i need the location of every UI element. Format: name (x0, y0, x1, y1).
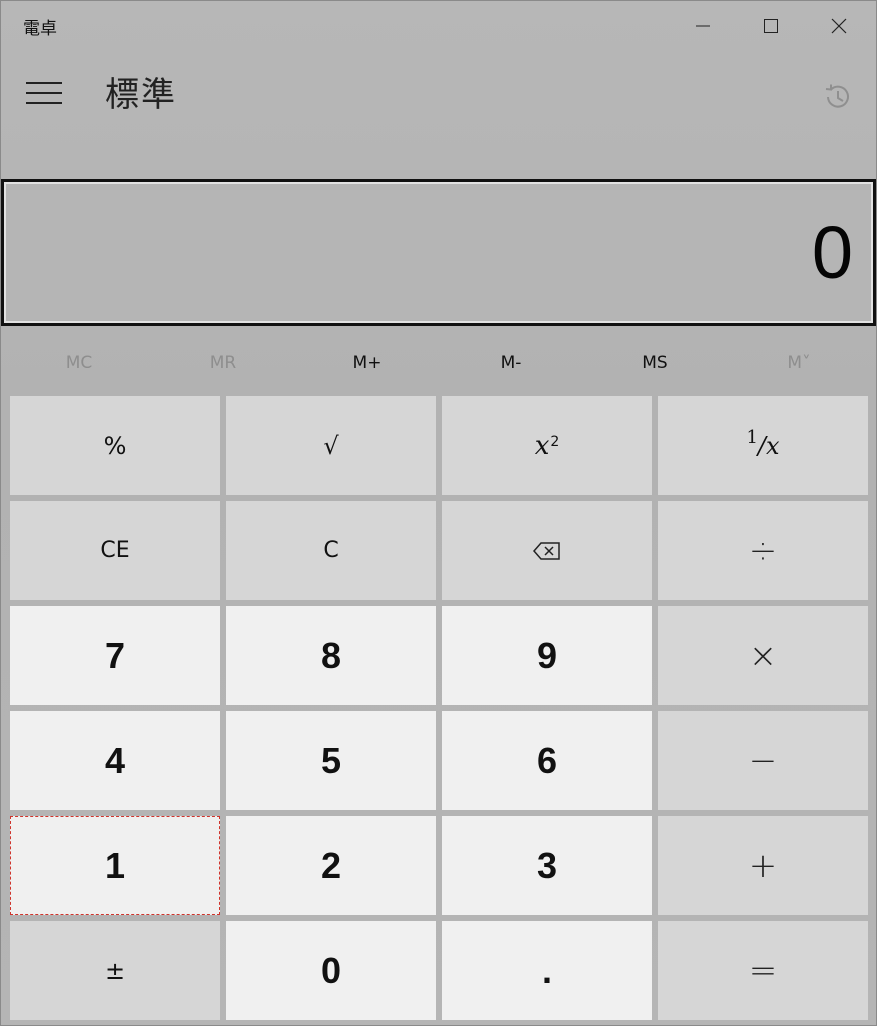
digit-6-button[interactable]: 6 (442, 711, 652, 810)
equals-button[interactable]: = (658, 921, 868, 1020)
digit-0-button[interactable]: 0 (226, 921, 436, 1020)
reciprocal-button[interactable]: 1/x (658, 396, 868, 495)
digit-4-button[interactable]: 4 (10, 711, 220, 810)
memory-clear-button[interactable]: MC (7, 339, 151, 387)
navigation-menu-button[interactable] (15, 69, 73, 117)
digit-3-button[interactable]: 3 (442, 816, 652, 915)
backspace-button[interactable] (442, 501, 652, 600)
percent-button[interactable]: % (10, 396, 220, 495)
calculator-window: 電卓 標準 0 MC MR M+ M- MS M˅ % √ x 2 1 /x C… (0, 0, 877, 1026)
digit-5-button[interactable]: 5 (226, 711, 436, 810)
negate-button[interactable]: ± (10, 921, 220, 1020)
result-display: 0 (1, 179, 876, 326)
digit-8-button[interactable]: 8 (226, 606, 436, 705)
memory-row: MC MR M+ M- MS M˅ (7, 339, 871, 387)
close-icon (831, 18, 847, 34)
history-button[interactable] (813, 75, 861, 119)
digit-1-button[interactable]: 1 (10, 816, 220, 915)
mode-title: 標準 (105, 75, 177, 115)
clear-button[interactable]: C (226, 501, 436, 600)
memory-list-button[interactable]: M˅ (727, 339, 871, 387)
divide-button[interactable]: ÷ (658, 501, 868, 600)
maximize-button[interactable] (737, 1, 805, 51)
display-value: 0 (811, 210, 853, 294)
title-bar: 電卓 (1, 1, 876, 51)
memory-recall-button[interactable]: MR (151, 339, 295, 387)
digit-2-button[interactable]: 2 (226, 816, 436, 915)
app-title: 電卓 (23, 19, 57, 39)
hamburger-icon (26, 82, 62, 84)
memory-store-button[interactable]: MS (583, 339, 727, 387)
multiply-button[interactable]: × (658, 606, 868, 705)
close-button[interactable] (805, 1, 873, 51)
square-button[interactable]: x2 (442, 396, 652, 495)
subtract-button[interactable]: − (658, 711, 868, 810)
clear-entry-button[interactable]: CE (10, 501, 220, 600)
digit-7-button[interactable]: 7 (10, 606, 220, 705)
backspace-icon (533, 541, 560, 560)
add-button[interactable]: + (658, 816, 868, 915)
memory-subtract-button[interactable]: M- (439, 339, 583, 387)
digit-9-button[interactable]: 9 (442, 606, 652, 705)
keypad: % √ x2 1/x CE C ÷ 7 8 9 × 4 5 6 − 1 2 3 … (10, 396, 870, 1020)
maximize-icon (764, 19, 778, 33)
minimize-icon (696, 25, 710, 27)
square-root-button[interactable]: √ (226, 396, 436, 495)
memory-add-button[interactable]: M+ (295, 339, 439, 387)
decimal-button[interactable]: . (442, 921, 652, 1020)
minimize-button[interactable] (669, 1, 737, 51)
history-icon (825, 84, 849, 108)
